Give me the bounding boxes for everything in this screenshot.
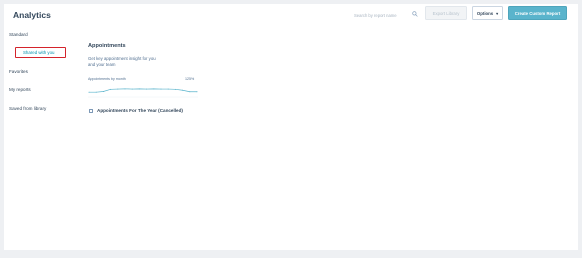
- chart-point: [110, 88, 112, 90]
- chart-point: [131, 88, 133, 90]
- export-library-button[interactable]: Export Library: [425, 6, 467, 20]
- sidebar-item-label: Shared with you: [23, 50, 55, 55]
- chart-point: [146, 88, 148, 90]
- search-box[interactable]: [350, 9, 420, 21]
- sidebar-item-favorites[interactable]: Favorites: [9, 69, 28, 74]
- card-title[interactable]: Appointments: [88, 43, 126, 49]
- options-label: Options: [476, 10, 494, 16]
- chart-point: [117, 88, 119, 90]
- report-checkbox[interactable]: [89, 109, 93, 113]
- options-dropdown-button[interactable]: Options ▾: [472, 6, 503, 20]
- sidebar-item-standard[interactable]: Standard: [9, 32, 28, 37]
- sidebar-item-my-reports[interactable]: My reports: [9, 87, 31, 92]
- chart-point: [153, 88, 155, 90]
- chart-point: [196, 91, 198, 93]
- chart-point: [95, 91, 97, 93]
- chevron-down-icon: ▾: [496, 11, 499, 16]
- chart-point: [174, 88, 176, 90]
- search-input[interactable]: [354, 12, 409, 18]
- chart-point: [167, 88, 169, 90]
- search-icon[interactable]: [412, 11, 418, 17]
- main-panel: [4, 4, 578, 250]
- appointments-chart: [88, 88, 198, 98]
- chart-label: Appointments by month: [88, 77, 126, 81]
- report-row[interactable]: Appointments For The Year (Cancelled): [89, 108, 183, 113]
- chart-point: [138, 88, 140, 90]
- report-title[interactable]: Appointments For The Year (Cancelled): [97, 108, 183, 113]
- chart-point: [160, 88, 162, 90]
- card-description: Get key appointment insight for you and …: [88, 56, 156, 67]
- create-custom-report-button[interactable]: Create Custom Report: [508, 6, 567, 20]
- chart-point: [124, 88, 126, 90]
- chart-point: [102, 90, 104, 92]
- chart-value: 125%: [185, 77, 195, 81]
- chart-series-line: [89, 88, 197, 93]
- page-title: Analytics: [13, 10, 51, 20]
- chart-point: [182, 89, 184, 91]
- chart-point: [88, 91, 90, 93]
- sidebar-item-shared-with-you[interactable]: Shared with you: [15, 47, 66, 58]
- sidebar-item-saved-from-library[interactable]: Saved from library: [9, 106, 46, 111]
- chart-point: [189, 91, 191, 93]
